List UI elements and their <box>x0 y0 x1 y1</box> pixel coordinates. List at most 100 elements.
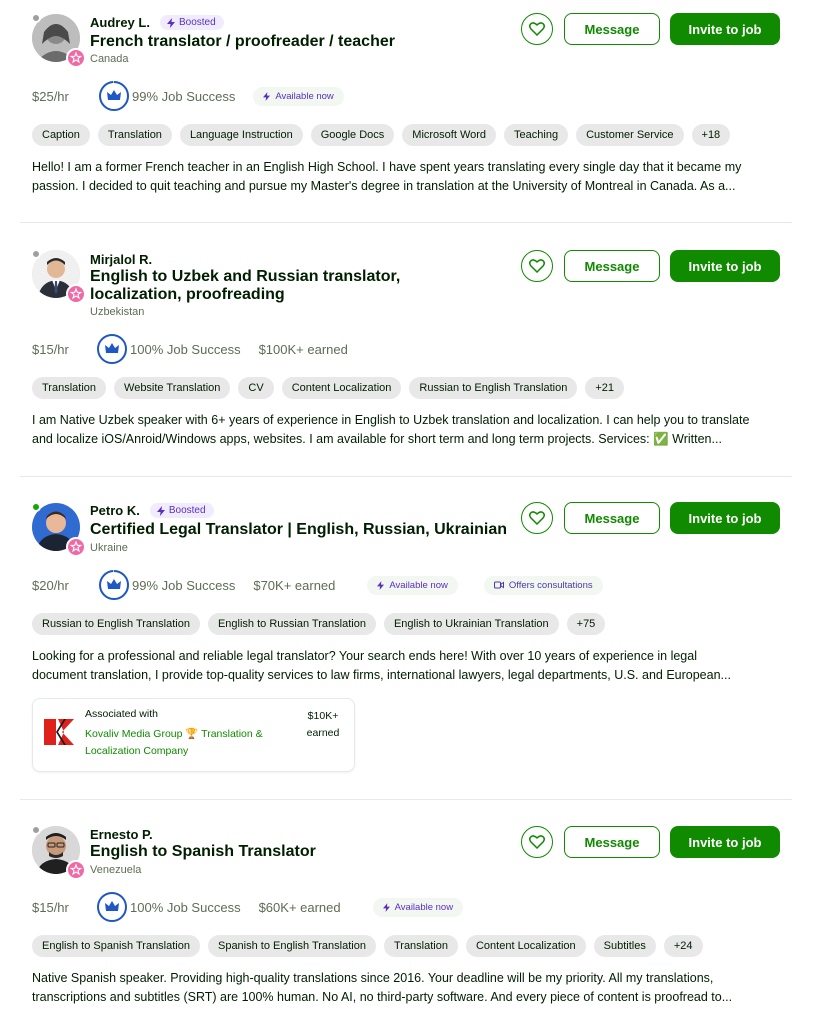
bolt-icon <box>382 902 390 912</box>
agency-earned-label: earned <box>306 727 340 739</box>
freelancer-name[interactable]: Mirjalol R. <box>90 252 152 267</box>
skill-tag[interactable]: Translation <box>383 935 458 957</box>
freelancer-card[interactable]: Petro K. Boosted Certified Legal Transla… <box>20 476 792 799</box>
invite-to-job-button[interactable]: Invite to job <box>670 250 780 282</box>
skill-tag[interactable]: Teaching <box>504 124 569 146</box>
freelancer-name[interactable]: Petro K. <box>90 503 140 518</box>
offline-status-dot <box>31 13 41 23</box>
description-line: Native Spanish speaker. Providing high-q… <box>32 971 714 985</box>
avatar[interactable] <box>31 825 86 880</box>
more-skills-tag[interactable]: +75 <box>566 613 606 635</box>
save-freelancer-button[interactable] <box>521 502 553 534</box>
save-freelancer-button[interactable] <box>521 250 553 282</box>
skill-tag[interactable]: Customer Service <box>576 124 684 146</box>
skill-tag[interactable]: Google Docs <box>310 124 395 146</box>
freelancer-country: Venezuela <box>90 864 142 876</box>
job-success-crown-icon <box>97 334 127 364</box>
skill-tag[interactable]: Microsoft Word <box>402 124 497 146</box>
skill-tag[interactable]: English to Spanish Translation <box>32 935 200 957</box>
message-button[interactable]: Message <box>564 826 660 858</box>
available-now-label: Available now <box>275 90 334 102</box>
job-success-label: 99% Job Success <box>132 88 236 104</box>
description-line: and localize iOS/Anroid/Windows apps, we… <box>32 432 722 446</box>
agency-name-link[interactable]: Kovaliv Media Group 🏆 Translation & Loca… <box>85 726 285 760</box>
skill-tag[interactable]: English to Ukrainian Translation <box>383 613 559 635</box>
skill-tag[interactable]: Content Localization <box>281 377 402 399</box>
more-skills-tag[interactable]: +21 <box>585 377 625 399</box>
available-now-badge: Available now <box>253 86 344 106</box>
job-success-label: 100% Job Success <box>130 899 241 915</box>
description-line: Hello! I am a former French teacher in a… <box>32 160 742 174</box>
freelancer-description[interactable]: I am Native Uzbek speaker with 6+ years … <box>32 411 772 449</box>
skill-tag[interactable]: Spanish to English Translation <box>207 935 376 957</box>
skill-tag[interactable]: CV <box>238 377 274 399</box>
heart-icon <box>529 22 545 36</box>
skill-tag[interactable]: Content Localization <box>465 935 586 957</box>
avatar[interactable] <box>31 502 86 557</box>
save-freelancer-button[interactable] <box>521 826 553 858</box>
avatar[interactable] <box>31 249 86 304</box>
bolt-icon <box>377 580 385 590</box>
total-earned: $60K+ earned <box>258 899 341 915</box>
avatar[interactable] <box>31 13 86 68</box>
freelancer-title[interactable]: French translator / proofreader / teache… <box>90 33 510 51</box>
freelancer-title[interactable]: English to Uzbek and Russian translator,… <box>90 268 490 304</box>
bolt-icon <box>263 91 271 101</box>
hourly-rate: $20/hr <box>32 577 69 593</box>
freelancer-description[interactable]: Hello! I am a former French teacher in a… <box>32 158 772 196</box>
agency-earned-amount: $10K+ <box>307 710 339 722</box>
heart-icon <box>529 259 545 273</box>
skill-tag[interactable]: Russian to English Translation <box>32 613 200 635</box>
freelancer-name[interactable]: Audrey L. <box>90 15 150 30</box>
top-rated-badge-icon <box>66 48 86 68</box>
invite-to-job-button[interactable]: Invite to job <box>670 826 780 858</box>
hourly-rate: $25/hr <box>32 88 69 104</box>
skill-tag[interactable]: Russian to English Translation <box>409 377 578 399</box>
agency-logo-icon <box>42 715 76 749</box>
associated-with-label: Associated with <box>85 708 158 720</box>
hourly-rate: $15/hr <box>32 341 69 357</box>
boosted-label: Boosted <box>178 17 216 28</box>
invite-to-job-button[interactable]: Invite to job <box>670 13 780 45</box>
message-button[interactable]: Message <box>564 13 660 45</box>
freelancer-name[interactable]: Ernesto P. <box>90 827 153 842</box>
freelancer-description[interactable]: Native Spanish speaker. Providing high-q… <box>32 969 772 1007</box>
agency-association-card[interactable]: Associated with Kovaliv Media Group 🏆 Tr… <box>32 698 355 772</box>
description-line: transcriptions and subtitles (SRT) are 1… <box>32 990 733 1004</box>
available-now-badge: Available now <box>367 575 458 595</box>
offline-status-dot <box>31 249 41 259</box>
freelancer-country: Uzbekistan <box>90 306 145 318</box>
description-line: Looking for a professional and reliable … <box>32 649 697 663</box>
offers-consultations-label: Offers consultations <box>508 579 593 591</box>
skill-tag[interactable]: English to Russian Translation <box>207 613 376 635</box>
available-now-label: Available now <box>394 901 454 913</box>
message-button[interactable]: Message <box>564 250 660 282</box>
bolt-icon <box>166 17 175 28</box>
skill-tag[interactable]: Language Instruction <box>179 124 303 146</box>
freelancer-title[interactable]: English to Spanish Translator <box>90 843 510 861</box>
freelancer-card[interactable]: Ernesto P. English to Spanish Translator… <box>20 799 792 1024</box>
skill-tag[interactable]: Translation <box>32 377 107 399</box>
job-success-crown-icon <box>97 892 127 922</box>
boosted-label: Boosted <box>168 505 206 516</box>
description-line: I am Native Uzbek speaker with 6+ years … <box>32 413 750 427</box>
skill-tag[interactable]: Website Translation <box>114 377 231 399</box>
freelancer-country: Canada <box>90 53 129 65</box>
save-freelancer-button[interactable] <box>521 13 553 45</box>
invite-to-job-button[interactable]: Invite to job <box>670 502 780 534</box>
freelancer-title[interactable]: Certified Legal Translator | English, Ru… <box>90 521 510 539</box>
skill-tag[interactable]: Translation <box>97 124 172 146</box>
more-skills-tag[interactable]: +18 <box>691 124 731 146</box>
skill-tag[interactable]: Subtitles <box>593 935 656 957</box>
job-success: 99% Job Success <box>98 569 235 601</box>
video-camera-icon <box>493 581 504 589</box>
skill-tag[interactable]: Caption <box>32 124 90 146</box>
total-earned: $70K+ earned <box>253 577 336 593</box>
freelancer-card[interactable]: Audrey L. Boosted French translator / pr… <box>20 0 792 222</box>
more-skills-tag[interactable]: +24 <box>663 935 703 957</box>
freelancer-description[interactable]: Looking for a professional and reliable … <box>32 647 772 685</box>
freelancer-card[interactable]: Mirjalol R. English to Uzbek and Russian… <box>20 222 792 476</box>
online-status-dot <box>31 502 41 512</box>
message-button[interactable]: Message <box>564 502 660 534</box>
heart-icon <box>529 835 545 849</box>
